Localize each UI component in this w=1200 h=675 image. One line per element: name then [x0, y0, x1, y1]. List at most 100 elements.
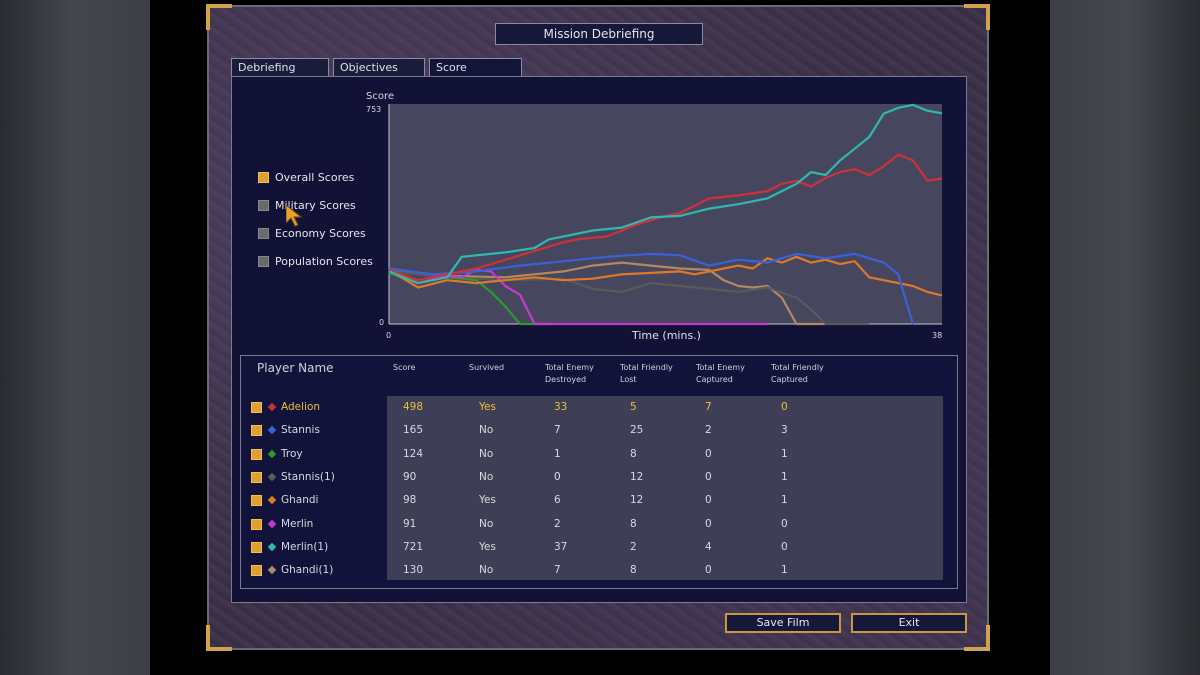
cell-score: 91	[403, 517, 417, 530]
cell-friendly-lost: 8	[630, 447, 637, 460]
column-header-enemy-destroyed: Total Enemy Destroyed	[545, 363, 594, 384]
player-name: Merlin(1)	[281, 540, 329, 553]
column-header-score: Score	[393, 363, 416, 372]
table-row[interactable]: Merlin(1) 721 Yes 37 2 4 0	[241, 536, 957, 559]
player-name: Adelion	[281, 401, 321, 413]
chart-plot-area	[389, 104, 942, 324]
cell-survived: No	[479, 564, 494, 577]
cell-enemy-destroyed: 6	[554, 494, 561, 507]
cell-friendly-captured: 3	[781, 424, 788, 437]
cell-friendly-captured: 0	[781, 401, 788, 413]
panel-corner-ornament	[206, 4, 232, 30]
cell-enemy-destroyed: 33	[554, 401, 568, 413]
player-color-gem-icon	[267, 519, 277, 528]
cell-survived: Yes	[479, 401, 496, 413]
column-header-player: Player Name	[257, 361, 334, 375]
tab-objectives[interactable]: Objectives	[333, 58, 425, 77]
cell-friendly-captured: 1	[781, 447, 788, 460]
cell-survived: Yes	[479, 494, 496, 507]
cell-friendly-captured: 1	[781, 564, 788, 577]
cell-enemy-captured: 2	[705, 424, 712, 437]
player-checkbox-icon[interactable]	[251, 402, 262, 413]
cell-enemy-destroyed: 1	[554, 447, 561, 460]
player-color-gem-icon	[267, 426, 277, 435]
cell-enemy-captured: 4	[705, 540, 712, 553]
player-color-gem-icon	[267, 495, 277, 505]
cell-score: 130	[403, 564, 424, 577]
column-header-survived: Survived	[469, 363, 505, 372]
debriefing-panel: Mission Debriefing Debriefing Objectives…	[206, 4, 990, 651]
player-name: Troy	[281, 447, 303, 460]
table-row[interactable]: Stannis 165 No 7 25 2 3	[241, 419, 957, 442]
player-checkbox-icon[interactable]	[251, 518, 262, 530]
cell-friendly-captured: 0	[781, 517, 788, 530]
mouse-cursor-icon	[286, 205, 303, 227]
table-row[interactable]: Merlin 91 No 2 8 0 0	[241, 513, 957, 536]
player-checkbox-icon[interactable]	[251, 471, 262, 483]
cell-enemy-destroyed: 7	[554, 424, 561, 437]
y-tick-label: 753	[366, 105, 381, 114]
player-name: Stannis(1)	[281, 470, 335, 483]
table-row[interactable]: Ghandi(1) 130 No 7 8 0 1	[241, 559, 957, 582]
cell-score: 498	[403, 401, 424, 413]
cell-enemy-captured: 7	[705, 401, 712, 413]
player-checkbox-icon[interactable]	[251, 425, 262, 437]
cell-friendly-lost: 8	[630, 564, 637, 577]
save-film-button[interactable]: Save Film	[725, 613, 841, 633]
cell-score: 90	[403, 470, 417, 483]
cell-friendly-captured: 1	[781, 494, 788, 507]
panel-corner-ornament	[964, 625, 990, 651]
cell-score: 721	[403, 540, 424, 553]
player-checkbox-icon[interactable]	[251, 541, 262, 553]
cell-enemy-destroyed: 0	[554, 470, 561, 483]
cell-survived: No	[479, 470, 494, 483]
x-tick-label: 38	[932, 331, 942, 340]
player-color-gem-icon	[267, 402, 277, 412]
player-checkbox-icon[interactable]	[251, 448, 262, 460]
cell-friendly-lost: 5	[630, 401, 637, 413]
cell-enemy-destroyed: 7	[554, 564, 561, 577]
tab-score[interactable]: Score	[429, 58, 522, 77]
tab-debriefing[interactable]: Debriefing	[231, 58, 329, 77]
player-name: Stannis	[281, 424, 320, 437]
cell-survived: Yes	[479, 540, 496, 553]
cell-friendly-lost: 8	[630, 517, 637, 530]
cell-friendly-lost: 12	[630, 470, 644, 483]
exit-button[interactable]: Exit	[851, 613, 967, 633]
player-color-gem-icon	[267, 565, 277, 575]
player-score-table: Player Name Score Survived Total Enemy D…	[240, 355, 958, 589]
cell-enemy-captured: 0	[705, 494, 712, 507]
y-tick-label: 0	[379, 318, 384, 327]
cell-enemy-captured: 0	[705, 470, 712, 483]
table-row[interactable]: Ghandi 98 Yes 6 12 0 1	[241, 489, 957, 512]
player-name: Ghandi(1)	[281, 564, 334, 577]
score-tab-content: Overall Scores Military Scores Economy S…	[231, 76, 967, 603]
x-tick-label: 0	[386, 331, 391, 340]
column-header-friendly-lost: Total Friendly Lost	[620, 363, 673, 384]
cell-score: 124	[403, 447, 424, 460]
cell-score: 165	[403, 424, 424, 437]
cell-friendly-captured: 1	[781, 470, 788, 483]
cell-enemy-captured: 0	[705, 564, 712, 577]
x-axis-label: Time (mins.)	[631, 329, 701, 342]
player-name: Merlin	[281, 517, 314, 530]
player-checkbox-icon[interactable]	[251, 565, 262, 577]
y-axis-label: Score	[366, 91, 394, 102]
game-screen: Mission Debriefing Debriefing Objectives…	[150, 0, 1050, 675]
cell-survived: No	[479, 447, 494, 460]
cell-enemy-destroyed: 2	[554, 517, 561, 530]
cell-survived: No	[479, 517, 494, 530]
table-row[interactable]: Troy 124 No 1 8 0 1	[241, 443, 957, 466]
panel-corner-ornament	[206, 625, 232, 651]
cell-friendly-lost: 25	[630, 424, 644, 437]
cell-score: 98	[403, 494, 417, 507]
panel-corner-ornament	[964, 4, 990, 30]
table-row[interactable]: Stannis(1) 90 No 0 12 0 1	[241, 466, 957, 489]
player-color-gem-icon	[267, 449, 277, 458]
cell-survived: No	[479, 424, 494, 437]
column-header-friendly-captured: Total Friendly Captured	[771, 363, 824, 384]
table-row[interactable]: Adelion 498 Yes 33 5 7 0	[241, 396, 957, 419]
player-checkbox-icon[interactable]	[251, 495, 262, 507]
player-color-gem-icon	[267, 542, 277, 552]
cell-enemy-captured: 0	[705, 447, 712, 460]
